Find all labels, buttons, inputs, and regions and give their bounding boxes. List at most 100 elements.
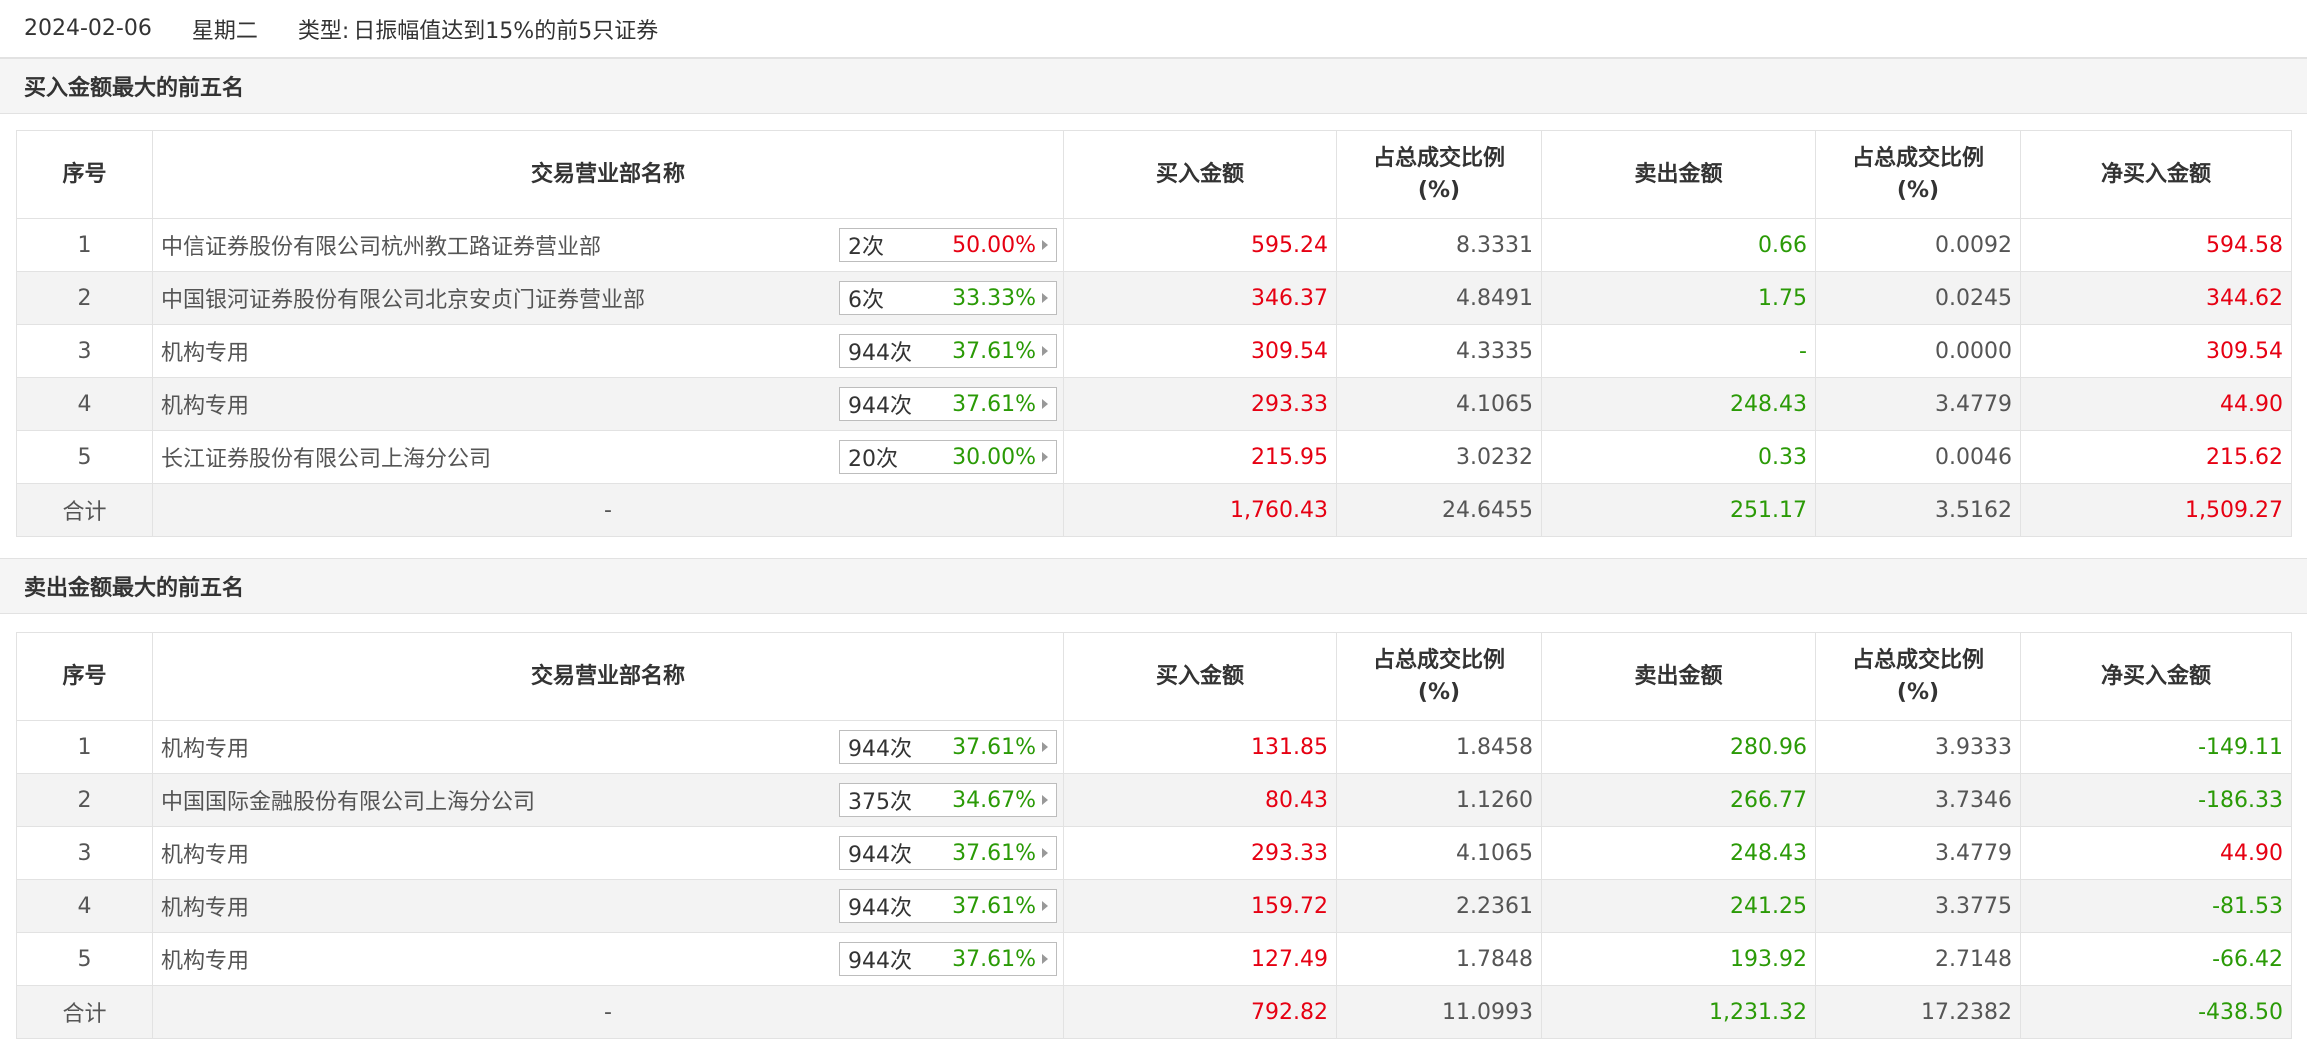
row-index: 2 bbox=[16, 271, 153, 325]
total-branch-placeholder: - bbox=[152, 985, 1064, 1039]
appearance-count: 944次 bbox=[848, 737, 912, 762]
branch-name[interactable]: 机构专用 bbox=[161, 394, 249, 419]
buy-amount: 293.33 bbox=[1063, 826, 1337, 880]
col-sell-amount-header-text: 卖出金额 bbox=[1634, 161, 1723, 187]
total-buy-amount: 792.82 bbox=[1063, 985, 1337, 1039]
branch-stats-button[interactable]: 944次 37.61% bbox=[839, 334, 1057, 368]
col-sell-ratio-header[interactable]: 占总成交比例 (%) bbox=[1815, 130, 2021, 219]
branch-stats-button[interactable]: 944次 37.61% bbox=[839, 942, 1057, 976]
sell-ratio: 3.4779 bbox=[1815, 377, 2021, 431]
col-buy-ratio-header[interactable]: 占总成交比例 (%) bbox=[1336, 130, 1542, 219]
total-sell-amount: 1,231.32 bbox=[1541, 985, 1816, 1039]
branch-name[interactable]: 中国国际金融股份有限公司上海分公司 bbox=[161, 790, 535, 815]
col-net-buy-header[interactable]: 净买入金额 bbox=[2020, 632, 2292, 721]
table-row[interactable]: 2 中国银河证券股份有限公司北京安贞门证券营业部 6次 33.33% 346.37 4.8… bbox=[16, 271, 2292, 325]
caret-right-icon bbox=[1042, 346, 1048, 356]
branch-name-cell: 机构专用 944次 37.61% bbox=[152, 826, 1064, 880]
branch-stats-button[interactable]: 944次 37.61% bbox=[839, 836, 1057, 870]
col-net-buy-header[interactable]: 净买入金额 bbox=[2020, 130, 2292, 219]
buy-ratio: 4.8491 bbox=[1336, 271, 1542, 325]
buy-amount: 159.72 bbox=[1063, 879, 1337, 933]
table-row[interactable]: 1 中信证券股份有限公司杭州教工路证券营业部 2次 50.00% 595.24 8.333… bbox=[16, 218, 2292, 272]
branch-name[interactable]: 机构专用 bbox=[161, 843, 249, 868]
table-row[interactable]: 4 机构专用 944次 37.61% 159.72 2.2361 241.25 3.3775-… bbox=[16, 879, 2292, 933]
row-index: 3 bbox=[16, 826, 153, 880]
col-index-header-text: 序号 bbox=[62, 663, 107, 689]
trade-date: 2024-02-06 bbox=[24, 16, 152, 41]
branch-stats-button[interactable]: 2次 50.00% bbox=[839, 228, 1057, 262]
col-buy-ratio-header-text: 占总成交比例 bbox=[1372, 647, 1505, 673]
buy-ratio: 4.1065 bbox=[1336, 826, 1542, 880]
col-index-header[interactable]: 序号 bbox=[16, 632, 153, 721]
total-net-buy-amount: 1,509.27 bbox=[2020, 483, 2292, 537]
net-buy-amount: -66.42 bbox=[2020, 932, 2292, 986]
win-rate: 37.61% bbox=[952, 946, 1036, 972]
appearance-count: 944次 bbox=[848, 341, 912, 366]
branch-name[interactable]: 机构专用 bbox=[161, 949, 249, 974]
sell-amount: - bbox=[1541, 324, 1816, 378]
table-row[interactable]: 5 机构专用 944次 37.61% 127.49 1.7848 193.92 2.7148-… bbox=[16, 932, 2292, 986]
buy-ratio: 1.7848 bbox=[1336, 932, 1542, 986]
sell-ratio: 3.3775 bbox=[1815, 879, 2021, 933]
table-row[interactable]: 3 机构专用 944次 37.61% 293.33 4.1065 248.43 3.4779 4… bbox=[16, 826, 2292, 880]
col-buy-ratio-header-text: (%) bbox=[1417, 679, 1461, 705]
buy-ratio: 4.3335 bbox=[1336, 324, 1542, 378]
col-index-header[interactable]: 序号 bbox=[16, 130, 153, 219]
sell-ratio: 3.7346 bbox=[1815, 773, 2021, 827]
buy-top5-table: 序号 交易营业部名称 买入金额 占总成交比例 (%) 卖出金额 占总成交比例 (%) 净买入金额… bbox=[16, 130, 2292, 537]
branch-name[interactable]: 机构专用 bbox=[161, 737, 249, 762]
col-sell-amount-header[interactable]: 卖出金额 bbox=[1541, 130, 1816, 219]
win-rate: 34.67% bbox=[952, 787, 1036, 813]
branch-name-cell: 机构专用 944次 37.61% bbox=[152, 932, 1064, 986]
row-index: 5 bbox=[16, 932, 153, 986]
branch-name[interactable]: 长江证券股份有限公司上海分公司 bbox=[161, 447, 491, 472]
branch-stats-button[interactable]: 20次 30.00% bbox=[839, 440, 1057, 474]
branch-name[interactable]: 机构专用 bbox=[161, 341, 249, 366]
total-row: 合计 -1,760.43 24.6455 251.17 3.5162 1,509.27 bbox=[16, 483, 2292, 537]
branch-name[interactable]: 中国银河证券股份有限公司北京安贞门证券营业部 bbox=[161, 288, 645, 313]
col-branch-name-header[interactable]: 交易营业部名称 bbox=[152, 130, 1064, 219]
col-buy-amount-header[interactable]: 买入金额 bbox=[1063, 130, 1337, 219]
sell-amount: 0.66 bbox=[1541, 218, 1816, 272]
row-index: 2 bbox=[16, 773, 153, 827]
total-branch-placeholder: - bbox=[152, 483, 1064, 537]
net-buy-amount: 44.90 bbox=[2020, 377, 2292, 431]
branch-name[interactable]: 中信证券股份有限公司杭州教工路证券营业部 bbox=[161, 235, 601, 260]
branch-stats-button[interactable]: 375次 34.67% bbox=[839, 783, 1057, 817]
sell-amount: 266.77 bbox=[1541, 773, 1816, 827]
sell-ratio: 3.4779 bbox=[1815, 826, 2021, 880]
branch-stats-button[interactable]: 944次 37.61% bbox=[839, 889, 1057, 923]
col-sell-ratio-header-text: (%) bbox=[1896, 177, 1940, 203]
total-row: 合计 -792.82 11.0993 1,231.32 17.2382 -438.50 bbox=[16, 985, 2292, 1039]
win-rate: 37.61% bbox=[952, 840, 1036, 866]
buy-ratio: 4.1065 bbox=[1336, 377, 1542, 431]
col-sell-ratio-header[interactable]: 占总成交比例 (%) bbox=[1815, 632, 2021, 721]
sell-amount: 241.25 bbox=[1541, 879, 1816, 933]
row-index: 1 bbox=[16, 720, 153, 774]
table-row[interactable]: 2 中国国际金融股份有限公司上海分公司 375次 34.67% 80.43 1.1260 2… bbox=[16, 773, 2292, 827]
sell-ratio: 0.0245 bbox=[1815, 271, 2021, 325]
sell-section-title: 卖出金额最大的前五名 bbox=[0, 558, 2307, 614]
table-row[interactable]: 3 机构专用 944次 37.61% 309.54 4.3335-0.0000 309.54 bbox=[16, 324, 2292, 378]
branch-stats-button[interactable]: 944次 37.61% bbox=[839, 387, 1057, 421]
branch-stats-button[interactable]: 6次 33.33% bbox=[839, 281, 1057, 315]
col-buy-amount-header[interactable]: 买入金额 bbox=[1063, 632, 1337, 721]
sell-top5-table: 序号 交易营业部名称 买入金额 占总成交比例 (%) 卖出金额 占总成交比例 (%) 净买入金额… bbox=[16, 632, 2292, 1039]
col-branch-name-header[interactable]: 交易营业部名称 bbox=[152, 632, 1064, 721]
appearance-count: 2次 bbox=[848, 235, 884, 260]
col-buy-ratio-header[interactable]: 占总成交比例 (%) bbox=[1336, 632, 1542, 721]
table-row[interactable]: 1 机构专用 944次 37.61% 131.85 1.8458 280.96 3.9333-… bbox=[16, 720, 2292, 774]
table-row[interactable]: 5 长江证券股份有限公司上海分公司 20次 30.00% 215.95 3.0232 0.3… bbox=[16, 430, 2292, 484]
col-sell-amount-header[interactable]: 卖出金额 bbox=[1541, 632, 1816, 721]
branch-name-cell: 中信证券股份有限公司杭州教工路证券营业部 2次 50.00% bbox=[152, 218, 1064, 272]
buy-ratio: 1.8458 bbox=[1336, 720, 1542, 774]
col-branch-name-header-text: 交易营业部名称 bbox=[530, 161, 685, 187]
appearance-count: 944次 bbox=[848, 896, 912, 921]
net-buy-amount: 215.62 bbox=[2020, 430, 2292, 484]
col-sell-ratio-header-text: 占总成交比例 bbox=[1851, 145, 1984, 171]
table-row[interactable]: 4 机构专用 944次 37.61% 293.33 4.1065 248.43 3.4779 4… bbox=[16, 377, 2292, 431]
caret-right-icon bbox=[1042, 954, 1048, 964]
sell-amount: 1.75 bbox=[1541, 271, 1816, 325]
branch-stats-button[interactable]: 944次 37.61% bbox=[839, 730, 1057, 764]
branch-name[interactable]: 机构专用 bbox=[161, 896, 249, 921]
